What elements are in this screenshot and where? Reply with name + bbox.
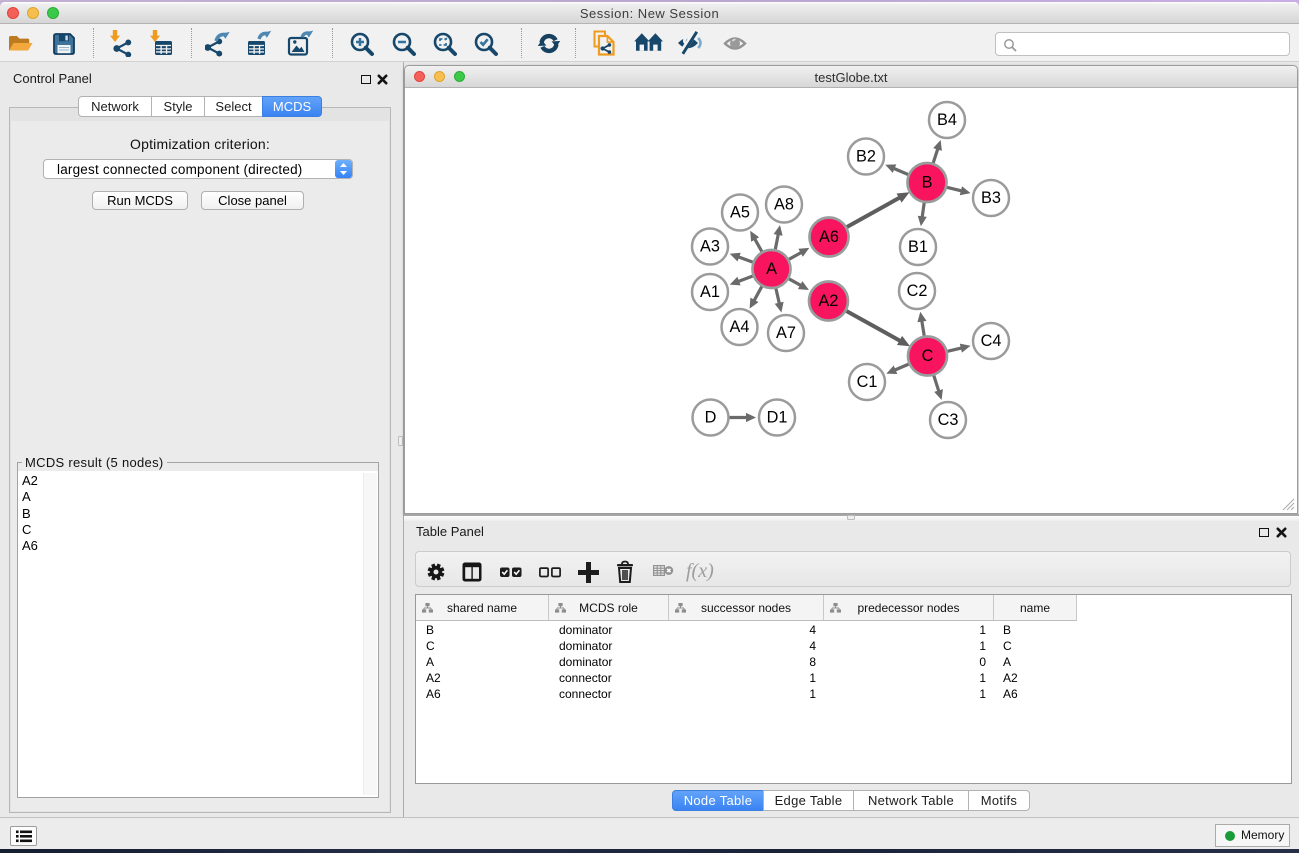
svg-text:A4: A4 <box>730 318 750 336</box>
svg-text:A6: A6 <box>819 228 839 246</box>
svg-text:A5: A5 <box>730 204 750 222</box>
svg-text:B2: B2 <box>856 148 876 166</box>
svg-text:C4: C4 <box>981 332 1002 350</box>
svg-text:C3: C3 <box>938 411 959 429</box>
svg-text:A7: A7 <box>776 324 796 342</box>
svg-text:B4: B4 <box>937 111 957 129</box>
svg-text:A1: A1 <box>700 283 720 301</box>
svg-text:D1: D1 <box>767 409 788 427</box>
svg-text:A: A <box>766 260 777 278</box>
svg-text:A3: A3 <box>700 238 720 256</box>
svg-text:A2: A2 <box>819 292 839 310</box>
svg-text:B3: B3 <box>981 189 1001 207</box>
svg-text:C2: C2 <box>907 282 928 300</box>
svg-text:B1: B1 <box>908 238 928 256</box>
svg-text:B: B <box>922 174 933 192</box>
svg-text:C: C <box>922 347 934 365</box>
svg-text:A8: A8 <box>774 196 794 214</box>
svg-text:C1: C1 <box>857 373 878 391</box>
svg-text:D: D <box>705 409 717 427</box>
